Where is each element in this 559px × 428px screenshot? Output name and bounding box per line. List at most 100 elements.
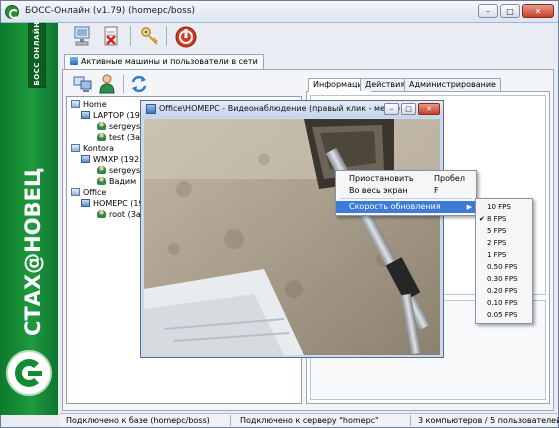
computer-icon xyxy=(81,111,90,119)
user-icon xyxy=(97,122,106,130)
menu-item-shortcut: Пробел xyxy=(434,174,465,183)
fps-option-label: 0.20 FPS xyxy=(487,287,518,295)
fps-option-label: 1 FPS xyxy=(487,251,507,259)
status-divider xyxy=(410,415,411,426)
fps-option-label: 0.50 FPS xyxy=(487,263,518,271)
delete-doc-icon[interactable] xyxy=(100,25,124,49)
computer-monitor-icon[interactable] xyxy=(72,25,96,49)
group-icon xyxy=(71,144,80,152)
video-close-button[interactable]: ✕ xyxy=(418,103,440,115)
fps-option[interactable]: ✔ 8 FPS xyxy=(476,213,532,225)
checkmark-icon: ✔ xyxy=(479,215,485,223)
fps-option[interactable]: 0.20 FPS xyxy=(476,285,532,297)
window-title: БОСС-Онлайн (v1.79) (homepc/boss) xyxy=(25,6,195,16)
user-icon[interactable] xyxy=(96,73,118,95)
main-tab-strip: Активные машины и пользователи в сети xyxy=(62,54,552,70)
computer-icon xyxy=(81,155,90,163)
tree-item-label: WMXP (192.1 xyxy=(93,155,147,164)
tab-label: Активные машины и пользователи в сети xyxy=(81,57,258,66)
menu-item-pause[interactable]: Приостановить Пробел xyxy=(336,173,476,185)
webcam-feed[interactable] xyxy=(144,119,440,355)
close-icon: ✕ xyxy=(534,7,542,16)
main-toolbar xyxy=(60,23,557,53)
fps-option[interactable]: 0.10 FPS xyxy=(476,297,532,309)
toolbar-separator xyxy=(130,26,131,46)
tab-actions[interactable]: Действия xyxy=(360,78,411,91)
group-icon xyxy=(71,188,80,196)
maximize-button[interactable]: □ xyxy=(500,4,520,18)
tree-item-user[interactable]: Вадим xyxy=(97,176,136,187)
app-logo-icon xyxy=(5,5,19,19)
group-icon xyxy=(71,100,80,108)
brand-logo-icon xyxy=(6,350,52,396)
fps-option-label: 2 FPS xyxy=(487,239,507,247)
status-counts: 3 компьютеров / 5 пользователей xyxy=(418,416,559,425)
video-title-bar[interactable]: Office\HOMEPC - Видеонаблюдение (правый … xyxy=(141,101,443,118)
minimize-icon: – xyxy=(389,105,394,113)
fps-option-label: 8 FPS xyxy=(487,215,507,223)
user-icon xyxy=(97,177,106,185)
tree-item-label: Office xyxy=(83,188,107,197)
brand-logo-text: СТАХ@НОВЕЦ xyxy=(21,167,45,336)
status-divider xyxy=(230,415,231,426)
network-icon xyxy=(70,57,78,65)
details-tab-strip: Информация Действия Администрирование xyxy=(308,78,548,92)
camera-window-icon xyxy=(146,104,156,114)
computer-icon xyxy=(81,199,90,207)
fps-option[interactable]: 0.50 FPS xyxy=(476,261,532,273)
minimize-icon: – xyxy=(486,7,490,16)
tree-item-office[interactable]: Office xyxy=(71,187,106,198)
video-maximize-button[interactable]: □ xyxy=(401,103,416,115)
refresh-icon[interactable] xyxy=(128,73,150,95)
status-base: Подключено к базе (homepc/boss) xyxy=(66,416,210,425)
tab-administration[interactable]: Администрирование xyxy=(404,78,501,91)
fps-option-label: 0.05 FPS xyxy=(487,311,518,319)
fps-option-label: 10 FPS xyxy=(487,203,511,211)
minimize-button[interactable]: – xyxy=(478,4,498,18)
webcam-image xyxy=(144,119,440,355)
brand-tab-label: БОСС ОНЛАЙН xyxy=(33,21,41,86)
tree-item-kontora[interactable]: Kontora xyxy=(71,143,114,154)
tree-item-label: sergeys xyxy=(109,122,141,131)
user-icon xyxy=(97,166,106,174)
menu-item-fullscreen[interactable]: Во весь экран F xyxy=(336,185,476,197)
menu-item-shortcut: F xyxy=(434,186,439,195)
close-button[interactable]: ✕ xyxy=(522,4,554,18)
menu-item-label: Скорость обновления xyxy=(349,202,441,211)
maximize-icon: □ xyxy=(506,7,514,16)
tree-item-label: Home xyxy=(83,100,107,109)
menu-item-label: Во весь экран xyxy=(349,186,408,195)
title-bar[interactable]: БОСС-Онлайн (v1.79) (homepc/boss) – □ ✕ xyxy=(1,1,558,23)
fps-submenu: 10 FPS ✔ 8 FPS 5 FPS 2 FPS 1 FPS 0.50 FPS… xyxy=(475,198,533,324)
fps-option[interactable]: 5 FPS xyxy=(476,225,532,237)
fps-option[interactable]: 0.30 FPS xyxy=(476,273,532,285)
fps-option[interactable]: 2 FPS xyxy=(476,237,532,249)
close-icon: ✕ xyxy=(426,105,432,113)
fps-option[interactable]: 1 FPS xyxy=(476,249,532,261)
video-window-title: Office\HOMEPC - Видеонаблюдение (правый … xyxy=(159,104,401,113)
maximize-icon: □ xyxy=(405,105,412,113)
tab-active-machines[interactable]: Активные машины и пользователи в сети xyxy=(64,54,264,69)
fps-option-label: 5 FPS xyxy=(487,227,507,235)
tree-item-user[interactable]: sergeys xyxy=(97,121,140,132)
fps-option-label: 0.10 FPS xyxy=(487,299,518,307)
toolbar-separator xyxy=(123,75,124,93)
submenu-arrow-icon: ▶ xyxy=(466,203,472,211)
tree-item-home[interactable]: Home xyxy=(71,99,107,110)
menu-item-label: Приостановить xyxy=(349,174,414,183)
tree-item-wmxp[interactable]: WMXP (192.1 xyxy=(81,154,147,165)
fps-option[interactable]: 10 FPS xyxy=(476,201,532,213)
keys-icon[interactable] xyxy=(138,25,162,49)
video-minimize-button[interactable]: – xyxy=(384,103,399,115)
video-context-menu: Приостановить Пробел Во весь экран F Ско… xyxy=(335,170,477,216)
tree-item-label: Вадим xyxy=(109,177,137,186)
tree-item-laptop[interactable]: LAPTOP (192. xyxy=(81,110,147,121)
status-bar: Подключено к базе (homepc/boss) Подключе… xyxy=(60,413,559,427)
user-icon xyxy=(97,210,106,218)
toolbar-separator xyxy=(166,26,167,46)
fps-option[interactable]: 0.05 FPS xyxy=(476,309,532,321)
menu-item-refresh-rate[interactable]: Скорость обновления ▶ xyxy=(336,201,476,213)
tree-toolbar xyxy=(66,73,302,95)
computers-icon[interactable] xyxy=(72,73,94,95)
power-button-icon[interactable] xyxy=(174,25,198,49)
